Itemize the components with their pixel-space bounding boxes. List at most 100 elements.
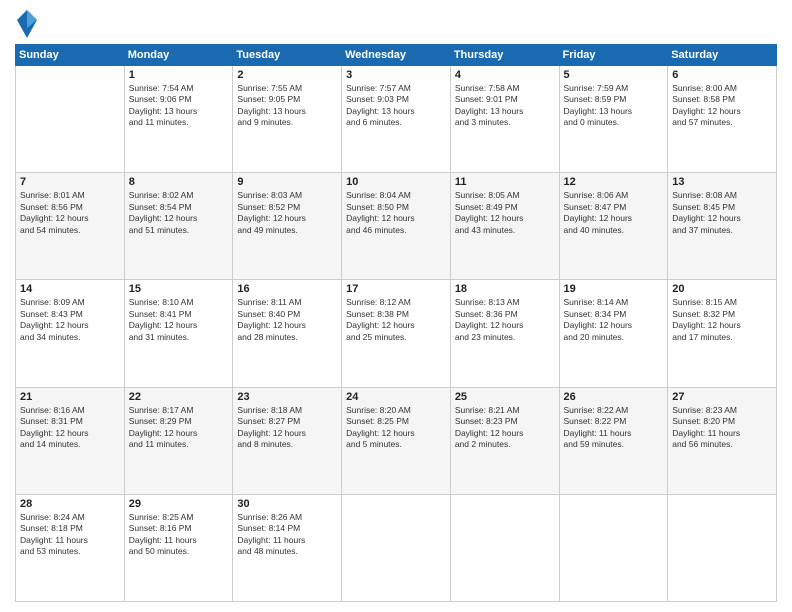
calendar-day-cell: 19Sunrise: 8:14 AMSunset: 8:34 PMDayligh…	[559, 280, 668, 387]
day-info: Sunrise: 8:20 AMSunset: 8:25 PMDaylight:…	[346, 405, 446, 451]
day-info: Sunrise: 8:15 AMSunset: 8:32 PMDaylight:…	[672, 297, 772, 343]
day-number: 30	[237, 498, 337, 510]
day-number: 12	[564, 176, 664, 188]
day-number: 5	[564, 69, 664, 81]
calendar-day-cell: 26Sunrise: 8:22 AMSunset: 8:22 PMDayligh…	[559, 387, 668, 494]
calendar-day-cell: 24Sunrise: 8:20 AMSunset: 8:25 PMDayligh…	[342, 387, 451, 494]
calendar-day-cell: 27 Sunrise: 8:23 AMSunset: 8:20 PMDayligh…	[668, 387, 777, 494]
weekday-header: Friday	[559, 45, 668, 66]
day-info: Sunrise: 8:09 AMSunset: 8:43 PMDaylight:…	[20, 297, 120, 343]
day-info: Sunrise: 8:22 AMSunset: 8:22 PMDaylight:…	[564, 405, 664, 451]
logo-icon	[17, 10, 37, 38]
weekday-header: Saturday	[668, 45, 777, 66]
day-info: Sunrise: 7:58 AMSunset: 9:01 PMDaylight:…	[455, 83, 555, 129]
calendar-week-row: 1 Sunrise: 7:54 AMSunset: 9:06 PMDaylight…	[16, 66, 777, 173]
day-info: Sunrise: 8:06 AMSunset: 8:47 PMDaylight:…	[564, 190, 664, 236]
calendar-day-cell	[559, 494, 668, 601]
calendar-day-cell: 2 Sunrise: 7:55 AMSunset: 9:05 PMDaylight…	[233, 66, 342, 173]
calendar-week-row: 28 Sunrise: 8:24 AMSunset: 8:18 PMDayligh…	[16, 494, 777, 601]
day-number: 20	[672, 283, 772, 295]
calendar-day-cell: 14 Sunrise: 8:09 AMSunset: 8:43 PMDayligh…	[16, 280, 125, 387]
calendar-day-cell: 30 Sunrise: 8:26 AMSunset: 8:14 PMDayligh…	[233, 494, 342, 601]
day-number: 29	[129, 498, 229, 510]
day-number: 18	[455, 283, 555, 295]
calendar-day-cell	[342, 494, 451, 601]
day-info: Sunrise: 8:24 AMSunset: 8:18 PMDaylight:…	[20, 512, 120, 558]
day-info: Sunrise: 8:05 AMSunset: 8:49 PMDaylight:…	[455, 190, 555, 236]
weekday-header: Sunday	[16, 45, 125, 66]
calendar-day-cell: 9 Sunrise: 8:03 AMSunset: 8:52 PMDaylight…	[233, 173, 342, 280]
day-info: Sunrise: 8:17 AMSunset: 8:29 PMDaylight:…	[129, 405, 229, 451]
calendar-day-cell	[450, 494, 559, 601]
calendar-week-row: 14 Sunrise: 8:09 AMSunset: 8:43 PMDayligh…	[16, 280, 777, 387]
day-number: 1	[129, 69, 229, 81]
day-info: Sunrise: 8:04 AMSunset: 8:50 PMDaylight:…	[346, 190, 446, 236]
day-info: Sunrise: 8:16 AMSunset: 8:31 PMDaylight:…	[20, 405, 120, 451]
day-number: 16	[237, 283, 337, 295]
day-number: 15	[129, 283, 229, 295]
page: SundayMondayTuesdayWednesdayThursdayFrid…	[0, 0, 792, 612]
calendar-day-cell	[668, 494, 777, 601]
calendar-day-cell: 5 Sunrise: 7:59 AMSunset: 8:59 PMDaylight…	[559, 66, 668, 173]
day-number: 19	[564, 283, 664, 295]
day-info: Sunrise: 8:08 AMSunset: 8:45 PMDaylight:…	[672, 190, 772, 236]
day-number: 22	[129, 391, 229, 403]
calendar-day-cell: 21 Sunrise: 8:16 AMSunset: 8:31 PMDayligh…	[16, 387, 125, 494]
day-number: 13	[672, 176, 772, 188]
day-number: 7	[20, 176, 120, 188]
day-number: 25	[455, 391, 555, 403]
day-info: Sunrise: 8:25 AMSunset: 8:16 PMDaylight:…	[129, 512, 229, 558]
day-number: 27	[672, 391, 772, 403]
calendar-day-cell: 16 Sunrise: 8:11 AMSunset: 8:40 PMDayligh…	[233, 280, 342, 387]
day-info: Sunrise: 8:26 AMSunset: 8:14 PMDaylight:…	[237, 512, 337, 558]
calendar-day-cell: 1 Sunrise: 7:54 AMSunset: 9:06 PMDaylight…	[124, 66, 233, 173]
calendar-day-cell: 25 Sunrise: 8:21 AMSunset: 8:23 PMDayligh…	[450, 387, 559, 494]
day-number: 9	[237, 176, 337, 188]
calendar-day-cell: 23 Sunrise: 8:18 AMSunset: 8:27 PMDayligh…	[233, 387, 342, 494]
day-info: Sunrise: 8:11 AMSunset: 8:40 PMDaylight:…	[237, 297, 337, 343]
day-info: Sunrise: 7:57 AMSunset: 9:03 PMDaylight:…	[346, 83, 446, 129]
day-number: 28	[20, 498, 120, 510]
day-number: 14	[20, 283, 120, 295]
day-number: 17	[346, 283, 446, 295]
day-info: Sunrise: 7:54 AMSunset: 9:06 PMDaylight:…	[129, 83, 229, 129]
day-number: 21	[20, 391, 120, 403]
calendar-day-cell: 22 Sunrise: 8:17 AMSunset: 8:29 PMDayligh…	[124, 387, 233, 494]
calendar-day-cell: 20 Sunrise: 8:15 AMSunset: 8:32 PMDayligh…	[668, 280, 777, 387]
day-info: Sunrise: 8:18 AMSunset: 8:27 PMDaylight:…	[237, 405, 337, 451]
day-number: 11	[455, 176, 555, 188]
logo	[15, 10, 37, 38]
calendar-day-cell: 28 Sunrise: 8:24 AMSunset: 8:18 PMDayligh…	[16, 494, 125, 601]
day-info: Sunrise: 8:23 AMSunset: 8:20 PMDaylight:…	[672, 405, 772, 451]
calendar-header-row: SundayMondayTuesdayWednesdayThursdayFrid…	[16, 45, 777, 66]
calendar-day-cell: 15Sunrise: 8:10 AMSunset: 8:41 PMDayligh…	[124, 280, 233, 387]
day-info: Sunrise: 7:59 AMSunset: 8:59 PMDaylight:…	[564, 83, 664, 129]
weekday-header: Tuesday	[233, 45, 342, 66]
day-info: Sunrise: 8:02 AMSunset: 8:54 PMDaylight:…	[129, 190, 229, 236]
calendar-day-cell: 12 Sunrise: 8:06 AMSunset: 8:47 PMDayligh…	[559, 173, 668, 280]
day-info: Sunrise: 8:13 AMSunset: 8:36 PMDaylight:…	[455, 297, 555, 343]
day-number: 23	[237, 391, 337, 403]
calendar-day-cell: 6 Sunrise: 8:00 AMSunset: 8:58 PMDaylight…	[668, 66, 777, 173]
calendar-day-cell	[16, 66, 125, 173]
day-number: 3	[346, 69, 446, 81]
day-number: 6	[672, 69, 772, 81]
day-info: Sunrise: 8:03 AMSunset: 8:52 PMDaylight:…	[237, 190, 337, 236]
day-number: 2	[237, 69, 337, 81]
day-info: Sunrise: 7:55 AMSunset: 9:05 PMDaylight:…	[237, 83, 337, 129]
weekday-header: Thursday	[450, 45, 559, 66]
day-info: Sunrise: 8:21 AMSunset: 8:23 PMDaylight:…	[455, 405, 555, 451]
day-info: Sunrise: 8:01 AMSunset: 8:56 PMDaylight:…	[20, 190, 120, 236]
calendar-day-cell: 3 Sunrise: 7:57 AMSunset: 9:03 PMDaylight…	[342, 66, 451, 173]
calendar-table: SundayMondayTuesdayWednesdayThursdayFrid…	[15, 44, 777, 602]
calendar-week-row: 21 Sunrise: 8:16 AMSunset: 8:31 PMDayligh…	[16, 387, 777, 494]
calendar-day-cell: 13 Sunrise: 8:08 AMSunset: 8:45 PMDayligh…	[668, 173, 777, 280]
day-info: Sunrise: 8:12 AMSunset: 8:38 PMDaylight:…	[346, 297, 446, 343]
calendar-day-cell: 10Sunrise: 8:04 AMSunset: 8:50 PMDayligh…	[342, 173, 451, 280]
day-number: 8	[129, 176, 229, 188]
calendar-day-cell: 7 Sunrise: 8:01 AMSunset: 8:56 PMDaylight…	[16, 173, 125, 280]
calendar-day-cell: 11 Sunrise: 8:05 AMSunset: 8:49 PMDayligh…	[450, 173, 559, 280]
day-info: Sunrise: 8:00 AMSunset: 8:58 PMDaylight:…	[672, 83, 772, 129]
calendar-week-row: 7 Sunrise: 8:01 AMSunset: 8:56 PMDaylight…	[16, 173, 777, 280]
calendar-day-cell: 8 Sunrise: 8:02 AMSunset: 8:54 PMDaylight…	[124, 173, 233, 280]
